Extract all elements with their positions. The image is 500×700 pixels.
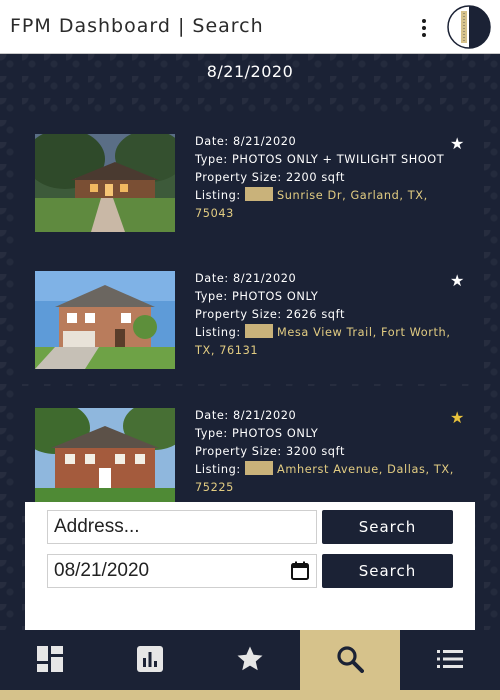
list-icon [436,645,464,677]
listing-size: Property Size: 2626 sqft [195,308,345,321]
listing-card[interactable]: Date: 8/21/2020 Type: PHOTOS ONLY + TWIL… [20,112,476,244]
kebab-menu-icon[interactable] [414,16,434,40]
date-heading: 8/21/2020 [206,62,294,81]
bar-chart-icon [136,645,164,677]
search-icon [336,645,364,677]
listing-label: Listing: [195,463,241,476]
property-photo [35,271,175,369]
nav-stats[interactable] [100,630,200,692]
page-title: FPM Dashboard | Search [10,15,264,37]
nav-accent-bar [0,690,500,700]
listing-info: Date: 8/21/2020 Type: PHOTOS ONLY Proper… [195,407,465,497]
star-icon [235,644,265,678]
date-search-button[interactable]: Search [322,554,453,588]
redacted-block [245,324,274,338]
listing-size: Property Size: 2200 sqft [195,171,345,184]
favorite-star-icon[interactable]: ★ [450,273,464,289]
property-photo [35,408,175,502]
listing-info: Date: 8/21/2020 Type: PHOTOS ONLY + TWIL… [195,133,465,223]
listing-list[interactable]: Date: 8/21/2020 Type: PHOTOS ONLY + TWIL… [0,112,500,502]
listing-card[interactable]: Date: 8/21/2020 Type: PHOTOS ONLY Proper… [20,386,476,502]
nav-dashboard[interactable] [0,630,100,692]
nav-favorites[interactable] [200,630,300,692]
date-search-input[interactable]: 08/21/2020 [47,554,317,588]
favorite-star-icon[interactable]: ★ [450,136,464,152]
listing-date: Date: 8/21/2020 [195,135,297,148]
app-header: FPM Dashboard | Search [0,0,500,54]
calendar-icon[interactable] [290,561,310,587]
favorite-star-icon[interactable]: ★ [450,410,464,426]
nav-search[interactable] [300,630,400,692]
nav-list[interactable] [400,630,500,692]
listing-size: Property Size: 3200 sqft [195,445,345,458]
search-panel: Address... Search 08/21/2020 Search [25,502,475,630]
address-placeholder: Address... [54,516,140,537]
redacted-block [245,461,274,475]
listing-type: Type: PHOTOS ONLY [195,427,319,440]
listing-label: Listing: [195,326,241,339]
dashboard-icon [36,645,64,677]
property-photo [35,134,175,232]
address-search-input[interactable]: Address... [47,510,317,544]
listing-date: Date: 8/21/2020 [195,409,297,422]
listing-info: Date: 8/21/2020 Type: PHOTOS ONLY Proper… [195,270,465,360]
listing-label: Listing: [195,189,241,202]
redacted-block [245,187,274,201]
listing-type: Type: PHOTOS ONLY [195,290,319,303]
brand-logo-icon[interactable] [447,5,491,49]
listing-date: Date: 8/21/2020 [195,272,297,285]
listing-type: Type: PHOTOS ONLY + TWILIGHT SHOOT [195,153,445,166]
listing-card[interactable]: Date: 8/21/2020 Type: PHOTOS ONLY Proper… [20,249,476,381]
address-search-button[interactable]: Search [322,510,453,544]
date-value: 08/21/2020 [54,560,150,581]
